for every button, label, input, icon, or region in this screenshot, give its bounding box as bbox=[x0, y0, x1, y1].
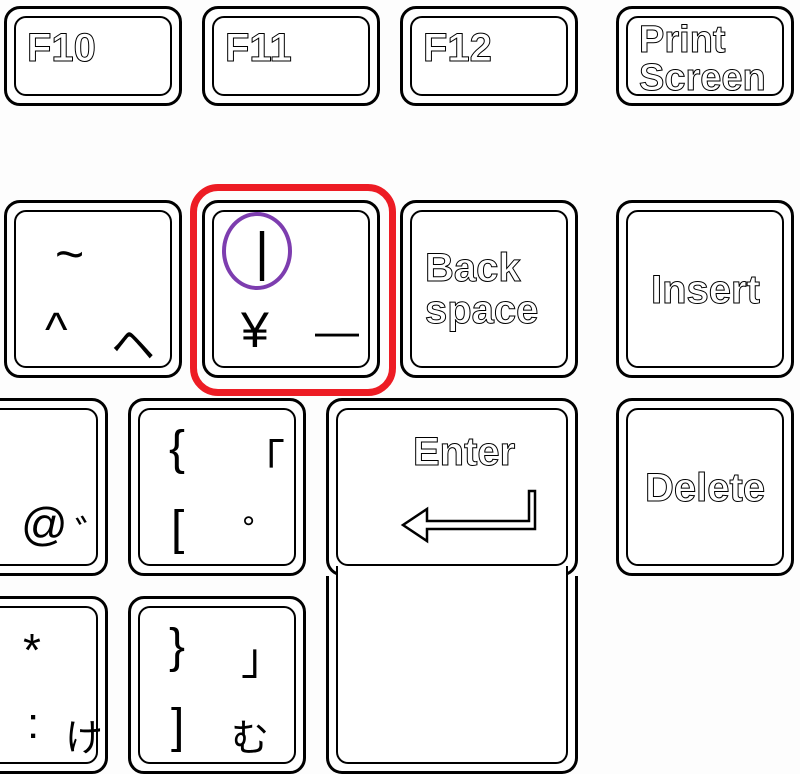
dakuten-symbol: ゛ bbox=[75, 503, 115, 561]
key-label: Enter bbox=[413, 431, 515, 473]
key-asterisk-ke[interactable]: * : け bbox=[0, 596, 108, 774]
key-label: Insert bbox=[651, 269, 760, 311]
dash-symbol: — bbox=[315, 307, 359, 357]
key-f12[interactable]: F12 bbox=[400, 6, 578, 106]
key-f10[interactable]: F10 bbox=[4, 6, 182, 106]
lbracket-symbol: [ bbox=[171, 501, 184, 556]
key-label: Delete bbox=[645, 467, 765, 509]
mu-symbol: む bbox=[231, 707, 269, 762]
key-printscreen[interactable]: Print Screen bbox=[616, 6, 794, 106]
key-insert[interactable]: Insert bbox=[616, 200, 794, 378]
he-symbol: ヘ bbox=[111, 309, 155, 373]
key-label: F12 bbox=[423, 27, 492, 69]
at-symbol: @ bbox=[21, 497, 68, 551]
key-tilde-caret[interactable]: ~ ^ ヘ bbox=[4, 200, 182, 378]
key-enter-lower[interactable] bbox=[326, 576, 578, 774]
key-enter[interactable]: Enter bbox=[326, 398, 578, 576]
key-label: F10 bbox=[27, 27, 96, 69]
colon-symbol: : bbox=[27, 699, 39, 749]
lcurly-symbol: { bbox=[169, 421, 185, 476]
key-right-bracket-mu[interactable]: } 」 ] む bbox=[128, 596, 306, 774]
key-label-line1: Print bbox=[639, 21, 726, 61]
key-yen-pipe[interactable]: | ¥ — bbox=[202, 200, 380, 378]
key-label: F11 bbox=[225, 27, 292, 69]
rbracket-symbol: ] bbox=[171, 699, 184, 754]
key-f11[interactable]: F11 bbox=[202, 6, 380, 106]
key-label-line2: space bbox=[425, 289, 538, 331]
key-label-line2: Screen bbox=[639, 59, 766, 99]
key-backspace[interactable]: Back space bbox=[400, 200, 578, 378]
ke-symbol: け bbox=[65, 707, 103, 762]
rcorner-symbol: 」 bbox=[241, 623, 285, 687]
key-delete[interactable]: Delete bbox=[616, 398, 794, 576]
enter-arrow-icon bbox=[399, 487, 539, 547]
lcorner-symbol: 「 bbox=[241, 425, 285, 489]
key-at[interactable]: @ ゛ bbox=[0, 398, 108, 576]
rcurly-symbol: } bbox=[169, 619, 185, 674]
caret-symbol: ^ bbox=[45, 303, 68, 358]
key-label-line1: Back bbox=[425, 247, 521, 289]
yen-symbol: ¥ bbox=[241, 301, 269, 359]
key-left-bracket[interactable]: { 「 [ ゜ bbox=[128, 398, 306, 576]
asterisk-symbol: * bbox=[23, 623, 41, 677]
handaku-symbol: ゜ bbox=[243, 503, 283, 561]
tilde-symbol: ~ bbox=[55, 225, 84, 283]
pipe-symbol: | bbox=[255, 221, 269, 283]
key-inner bbox=[336, 566, 568, 764]
